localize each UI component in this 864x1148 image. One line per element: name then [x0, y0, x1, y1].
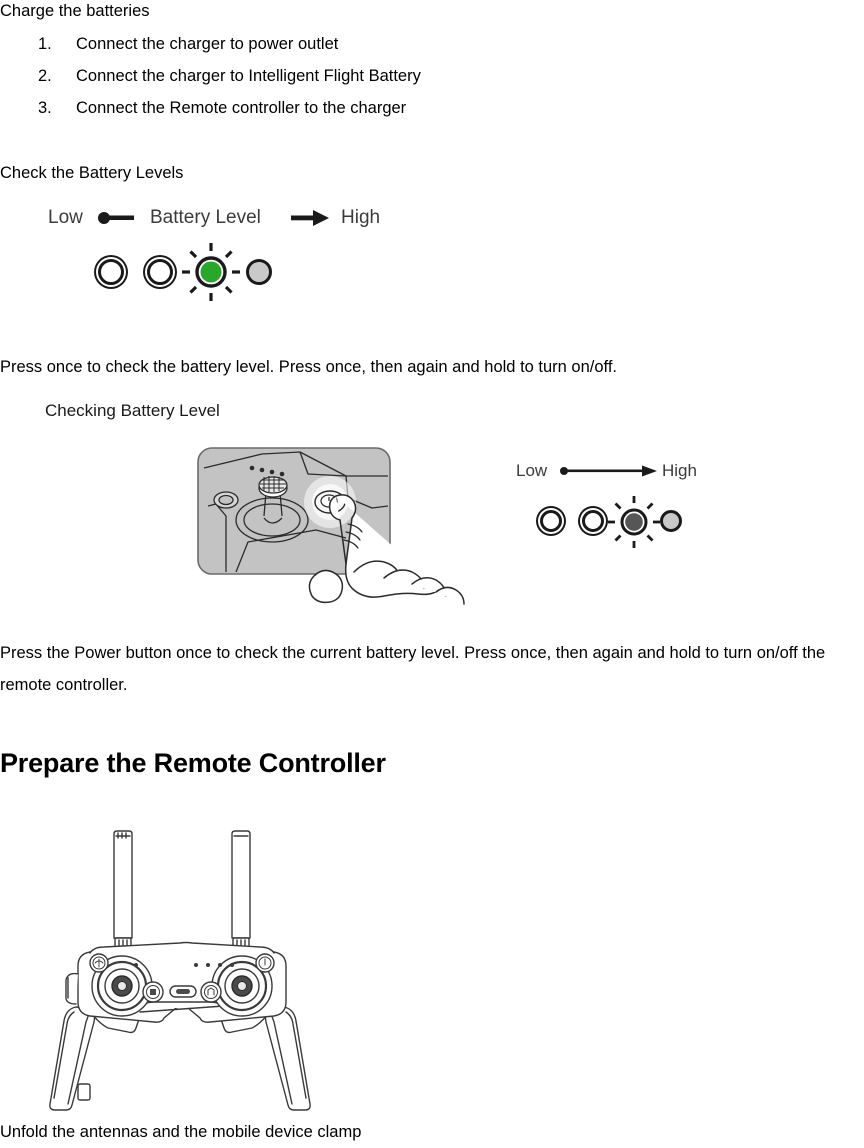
list-item-number: 2. [38, 67, 52, 85]
section-heading-charge-the-batteries: Charge the batteries [0, 2, 150, 20]
mode-switch [169, 985, 197, 998]
list-item: 2. Connect the charger to Intelligent Fl… [0, 60, 864, 92]
battery-high-label: High [341, 207, 381, 228]
battery-level-diagram-checking: Low High [516, 458, 726, 548]
power-button-right [255, 953, 275, 973]
finger-pressing-power-button-illustration [196, 446, 476, 606]
battery-led-3-active [182, 243, 240, 301]
page-title-prepare-the-remote-controller: Prepare the Remote Controller [0, 748, 386, 778]
mobile-device-clamp-right [264, 1006, 311, 1111]
list-item: 1. Connect the charger to power outlet [0, 28, 864, 60]
battery-low-label: Low [516, 461, 548, 480]
battery-led-2-empty [582, 510, 604, 532]
remote-controller-illustration [32, 826, 342, 1111]
battery-led-1-empty [98, 259, 124, 285]
battery-level-title-label: Battery Level [150, 207, 261, 228]
pause-button [142, 981, 164, 1003]
mobile-device-clamp-left [49, 1006, 96, 1111]
battery-low-label: Low [48, 207, 83, 228]
list-item-number: 1. [38, 35, 52, 53]
arrow-low-to-high-icon [558, 458, 666, 484]
battery-level-diagram: Low Battery Level High [48, 205, 398, 305]
antenna-right-icon [231, 830, 251, 953]
battery-led-2-empty [147, 259, 173, 285]
battery-led-4-dim [246, 259, 272, 285]
list-item-label: Connect the Remote controller to the cha… [76, 99, 407, 117]
glow-rays-icon [608, 496, 660, 548]
unfold-antennas-instruction: Unfold the antennas and the mobile devic… [0, 1123, 362, 1141]
battery-press-instruction: Press once to check the battery level. P… [0, 358, 617, 376]
list-item-label: Connect the charger to Intelligent Fligh… [76, 67, 421, 85]
power-button-instruction: Press the Power button once to check the… [0, 644, 826, 694]
battery-led-row [48, 243, 398, 305]
battery-led-3-active [608, 496, 660, 548]
function-button-left [89, 953, 109, 973]
low-end-marker-icon [96, 205, 142, 231]
arrow-right-icon [291, 205, 339, 231]
return-to-home-button [200, 981, 222, 1003]
charge-steps-list: 1. Connect the charger to power outlet 2… [0, 28, 864, 124]
battery-high-label: High [662, 461, 697, 480]
battery-led-1-empty [540, 510, 562, 532]
glow-rays-icon [182, 243, 240, 301]
list-item: 3. Connect the Remote controller to the … [0, 92, 864, 124]
section-heading-check-the-battery-levels: Check the Battery Levels [0, 164, 184, 182]
battery-level-legend-checking: Low High [516, 458, 726, 488]
antenna-left-icon [113, 830, 133, 953]
battery-level-legend: Low Battery Level High [48, 205, 398, 235]
list-item-number: 3. [38, 99, 52, 117]
checking-battery-level-caption: Checking Battery Level [45, 401, 220, 420]
battery-led-row-checking [516, 496, 726, 552]
list-item-label: Connect the charger to power outlet [76, 35, 339, 53]
document-page: Charge the batteries 1. Connect the char… [0, 0, 864, 1146]
battery-led-4-dim [660, 510, 682, 532]
